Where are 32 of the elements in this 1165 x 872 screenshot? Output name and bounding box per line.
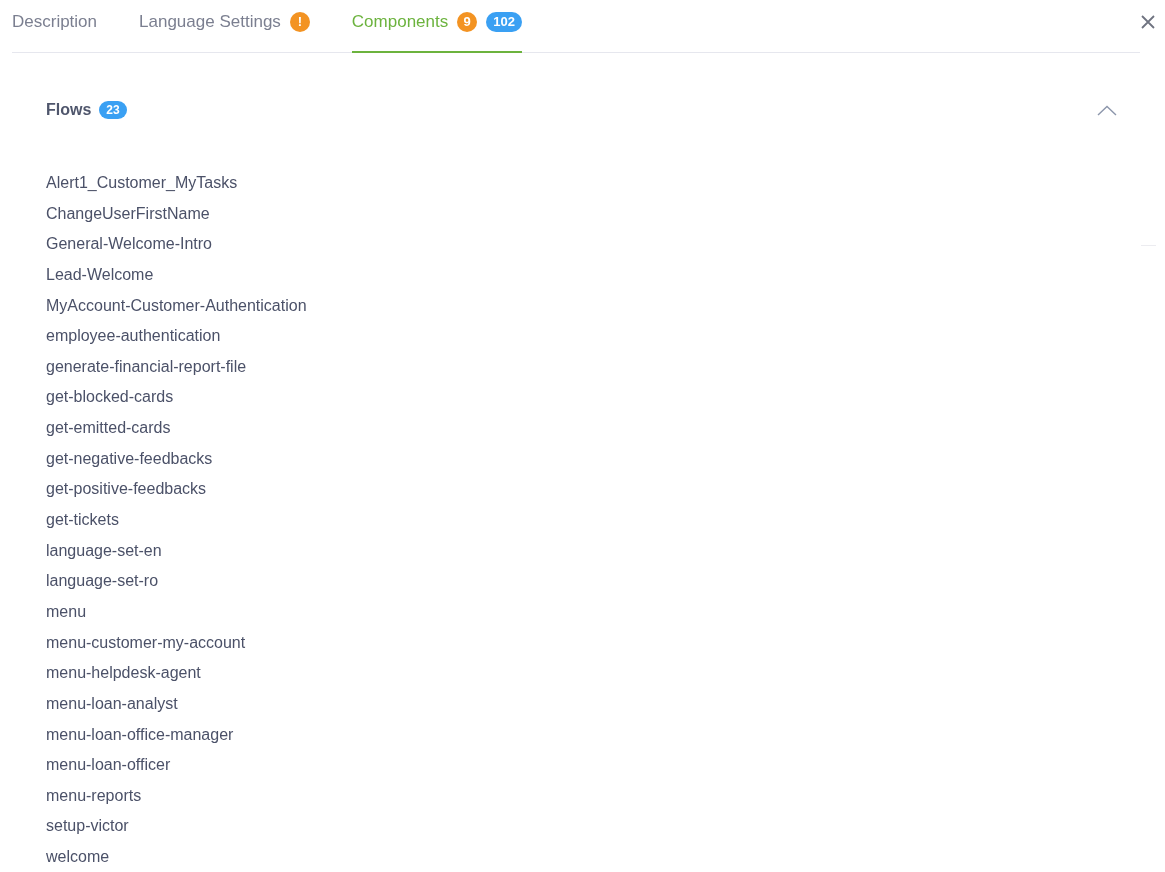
flow-item[interactable]: get-positive-feedbacks (46, 474, 207, 506)
flow-item[interactable]: menu-loan-officer (46, 750, 171, 781)
flow-item[interactable]: menu-customer-my-account (46, 627, 246, 659)
tab[interactable]: Description (12, 0, 98, 53)
flow-item[interactable]: language-set-ro (46, 566, 159, 597)
flow-item[interactable]: General-Welcome-Intro (46, 229, 212, 260)
flow-item[interactable]: Lead-Welcome (46, 259, 154, 291)
flow-item[interactable]: get-emitted-cards (46, 413, 171, 444)
flow-item[interactable]: MyAccount-Customer-Authentication (46, 290, 307, 322)
count-badge: ! (289, 12, 310, 32)
flow-item[interactable]: menu-helpdesk-agent (46, 658, 201, 689)
flow-item[interactable]: menu-loan-office-manager (46, 719, 234, 751)
section-title: Flows (46, 100, 92, 120)
flow-item[interactable]: generate-financial-report-file (46, 351, 247, 383)
flow-item[interactable]: menu-loan-analyst (46, 688, 178, 720)
flow-item[interactable]: welcome (46, 842, 110, 872)
flow-item[interactable]: menu-reports (46, 780, 142, 812)
flow-item[interactable]: menu (46, 596, 87, 628)
flow-item[interactable]: ChangeUserFirstName (46, 198, 210, 230)
flow-item[interactable]: setup-victor (46, 811, 129, 843)
count-badge: 9 (457, 12, 478, 32)
tab[interactable]: Language Settings ! (139, 0, 310, 53)
flow-item[interactable]: language-set-en (46, 535, 162, 567)
flow-item[interactable]: get-tickets (46, 505, 119, 536)
count-badge: 23 (99, 101, 127, 119)
flow-item[interactable]: Alert1_Customer_MyTasks (46, 168, 238, 199)
flow-item[interactable]: employee-authentication (46, 321, 221, 352)
flow-item[interactable]: get-negative-feedbacks (46, 443, 213, 475)
chevron-up-icon[interactable] (1097, 104, 1117, 116)
count-badge: 102 (486, 12, 522, 32)
flow-item[interactable]: get-blocked-cards (46, 382, 174, 414)
close-icon[interactable] (1141, 15, 1155, 29)
